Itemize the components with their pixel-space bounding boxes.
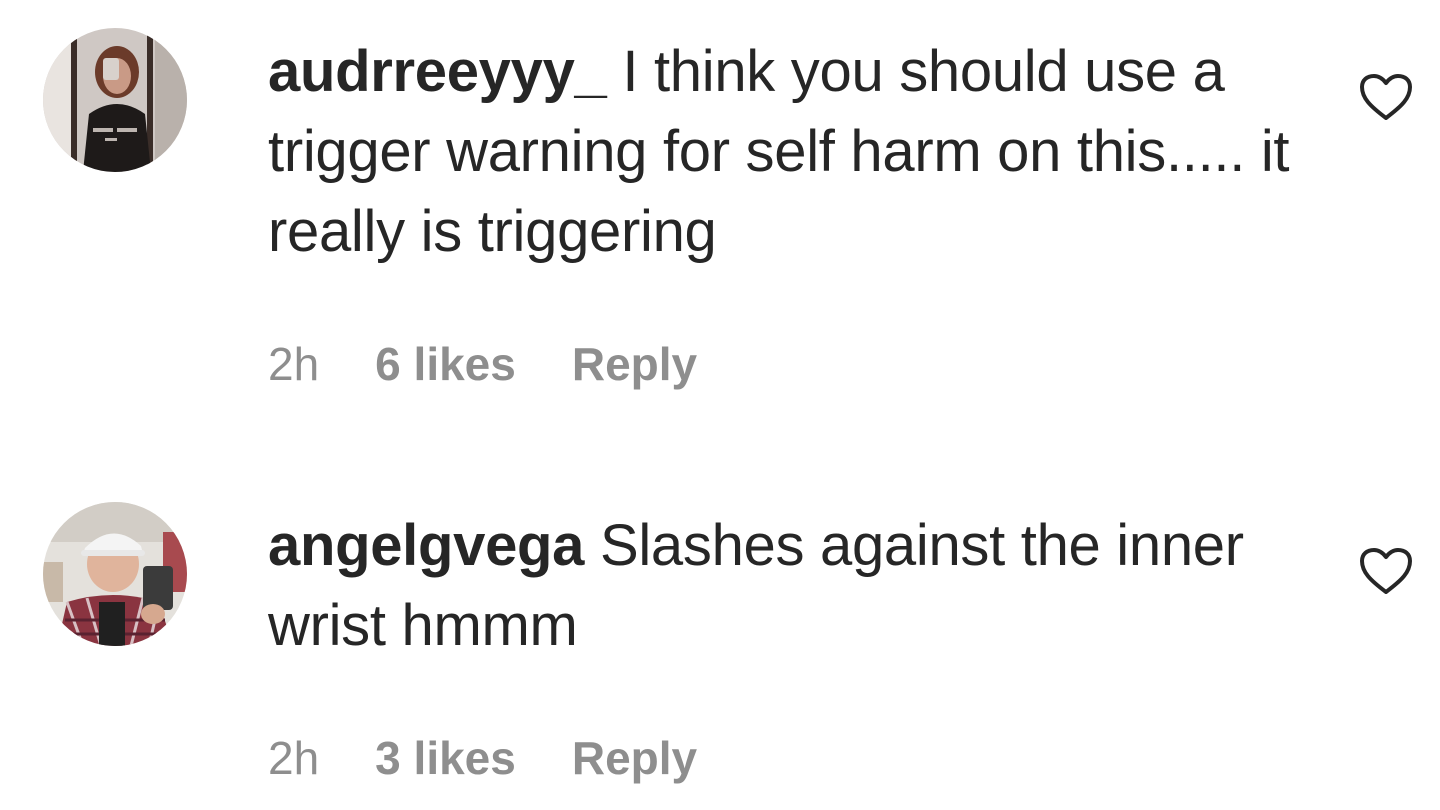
heart-icon[interactable] [1358, 72, 1414, 122]
comment-time: 2h [268, 732, 320, 784]
comment-username[interactable]: angelgvega [268, 513, 584, 578]
comment-item: angelgvega Slashes against the inner wri… [0, 470, 1440, 810]
comment-username[interactable]: audrreeyyy_ [268, 39, 607, 104]
user-avatar[interactable] [43, 28, 187, 172]
comment-item: audrreeyyy_ I think you should use a tri… [0, 0, 1440, 420]
comment-body: angelgvega Slashes against the inner wri… [268, 506, 1328, 666]
reply-button[interactable]: Reply [572, 334, 697, 394]
comment-likes[interactable]: 6 likes [375, 334, 516, 394]
avatar-photo [43, 502, 187, 646]
heart-icon[interactable] [1358, 546, 1414, 596]
comment-meta: 2h 6 likes Reply [268, 334, 697, 394]
comment-time: 2h [268, 338, 320, 390]
user-avatar[interactable] [43, 502, 187, 646]
comment-meta: 2h 3 likes Reply [268, 728, 697, 788]
avatar-photo [43, 28, 187, 172]
comment-body: audrreeyyy_ I think you should use a tri… [268, 32, 1328, 272]
comment-likes[interactable]: 3 likes [375, 728, 516, 788]
reply-button[interactable]: Reply [572, 728, 697, 788]
